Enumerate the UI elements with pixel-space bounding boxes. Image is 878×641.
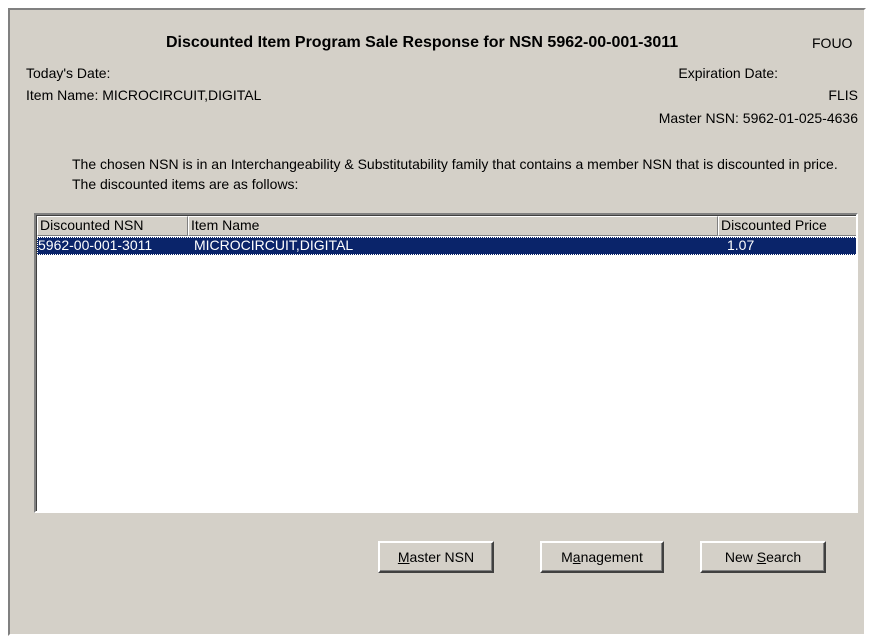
intro-text: The chosen NSN is in an Interchangeabili… — [72, 156, 838, 192]
management-button-label-pre: M — [561, 549, 573, 565]
management-button-accel: a — [572, 549, 581, 565]
todays-date-label: Today's Date: — [26, 65, 111, 81]
list-header: Discounted NSN Item Name Discounted Pric… — [37, 216, 856, 236]
new-search-button-label-post: earch — [766, 549, 802, 565]
column-header-item-name[interactable]: Item Name — [188, 216, 718, 236]
discount-response-dialog: Discounted Item Program Sale Response fo… — [8, 8, 866, 636]
row-price: 1.07 — [727, 237, 755, 253]
master-nsn-button[interactable]: Master NSN — [378, 541, 494, 573]
management-button-label-post: nagement — [580, 549, 643, 565]
discounted-items-list[interactable]: Discounted NSN Item Name Discounted Pric… — [34, 213, 858, 513]
master-nsn-label: Master NSN: 5962-01-025-4636 — [658, 110, 858, 126]
row-item-name: MICROCIRCUIT,DIGITAL — [194, 237, 354, 253]
dialog-title: Discounted Item Program Sale Response fo… — [166, 34, 679, 51]
master-nsn-button-accel: M — [397, 549, 410, 565]
new-search-button-label-pre: New — [724, 549, 757, 565]
new-search-button-accel: S — [756, 549, 767, 565]
column-header-discounted-nsn[interactable]: Discounted NSN — [37, 216, 188, 236]
classification-marking: FOUO — [812, 35, 853, 51]
source-label: FLIS — [828, 87, 858, 103]
row-nsn: 5962-00-001-3011 — [38, 237, 153, 253]
new-search-button[interactable]: New Search — [700, 541, 826, 573]
list-row-selected[interactable]: 5962-00-001-3011 MICROCIRCUIT,DIGITAL 1.… — [37, 237, 856, 255]
item-name-label: Item Name: MICROCIRCUIT,DIGITAL — [26, 87, 262, 103]
management-button[interactable]: Management — [540, 541, 664, 573]
column-header-discounted-price[interactable]: Discounted Price — [718, 216, 856, 236]
master-nsn-button-label-post: aster NSN — [409, 549, 475, 565]
expiration-date-label: Expiration Date: — [678, 65, 778, 81]
